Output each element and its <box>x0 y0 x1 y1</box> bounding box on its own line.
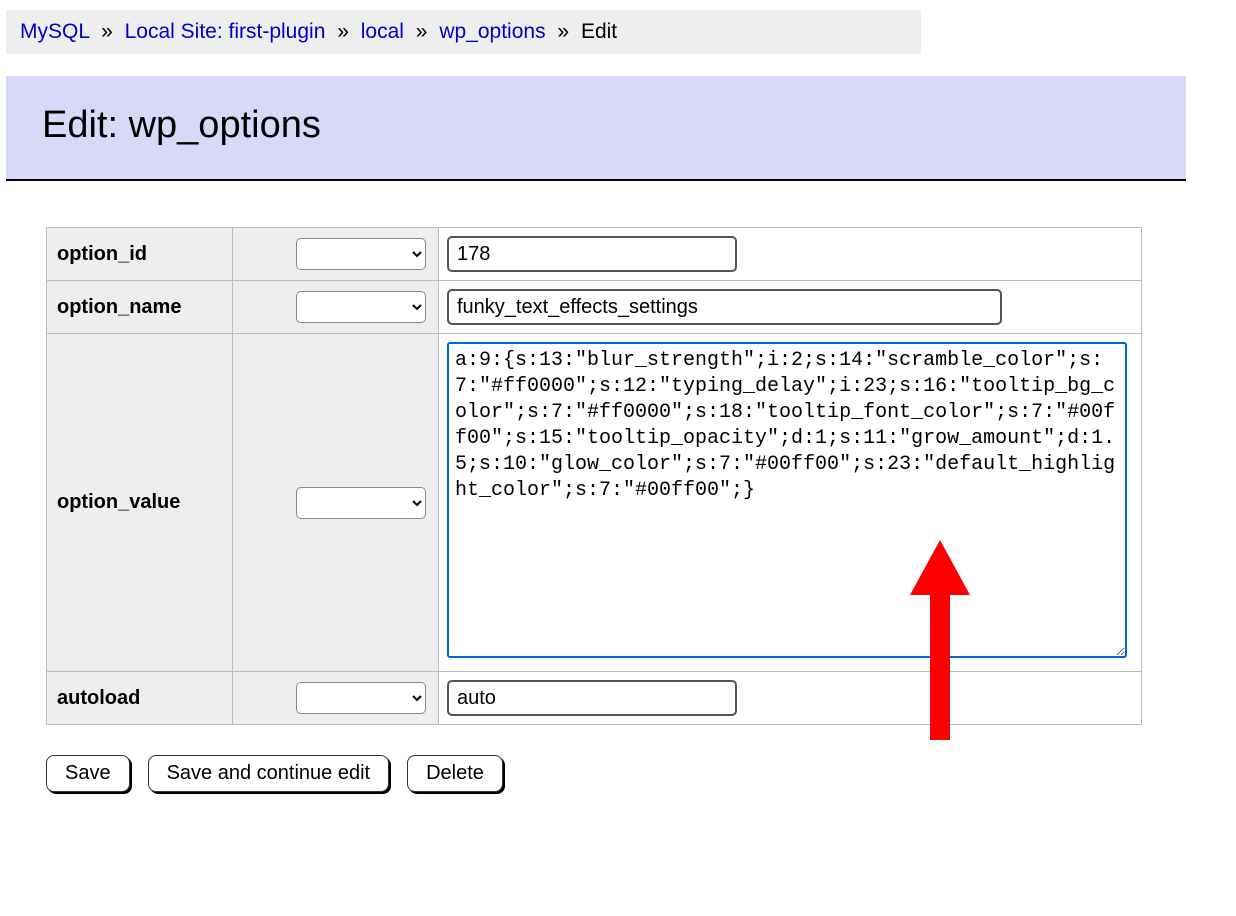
breadcrumb-link-table[interactable]: wp_options <box>439 20 545 43</box>
label-autoload: autoload <box>47 672 233 725</box>
func-select-option-id[interactable] <box>296 238 426 270</box>
breadcrumb-current: Edit <box>581 20 617 43</box>
breadcrumb: MySQL » Local Site: first-plugin » local… <box>6 10 921 54</box>
action-buttons: Save Save and continue edit Delete <box>46 755 1236 792</box>
input-autoload[interactable] <box>447 680 737 716</box>
input-option-id[interactable] <box>447 236 737 272</box>
label-option-name: option_name <box>47 281 233 334</box>
label-option-id: option_id <box>47 228 233 281</box>
textarea-option-value[interactable] <box>447 342 1127 658</box>
row-option-name: option_name <box>47 281 1142 334</box>
delete-button[interactable]: Delete <box>407 755 503 792</box>
input-option-name[interactable] <box>447 289 1002 325</box>
func-select-option-name[interactable] <box>296 291 426 323</box>
save-continue-button[interactable]: Save and continue edit <box>148 755 390 792</box>
breadcrumb-link-mysql[interactable]: MySQL <box>20 20 89 43</box>
breadcrumb-sep: » <box>557 20 569 43</box>
row-autoload: autoload <box>47 672 1142 725</box>
page-title: Edit: wp_options <box>42 104 1150 147</box>
breadcrumb-link-server[interactable]: Local Site: first-plugin <box>125 20 326 43</box>
save-button[interactable]: Save <box>46 755 130 792</box>
edit-table: option_id option_name option_value autol… <box>46 227 1142 725</box>
page-header: Edit: wp_options <box>6 76 1186 181</box>
row-option-id: option_id <box>47 228 1142 281</box>
row-option-value: option_value <box>47 334 1142 672</box>
label-option-value: option_value <box>47 334 233 672</box>
breadcrumb-sep: » <box>416 20 428 43</box>
func-select-option-value[interactable] <box>296 487 426 519</box>
breadcrumb-sep: » <box>101 20 113 43</box>
breadcrumb-link-db[interactable]: local <box>361 20 404 43</box>
func-select-autoload[interactable] <box>296 682 426 714</box>
breadcrumb-sep: » <box>337 20 349 43</box>
